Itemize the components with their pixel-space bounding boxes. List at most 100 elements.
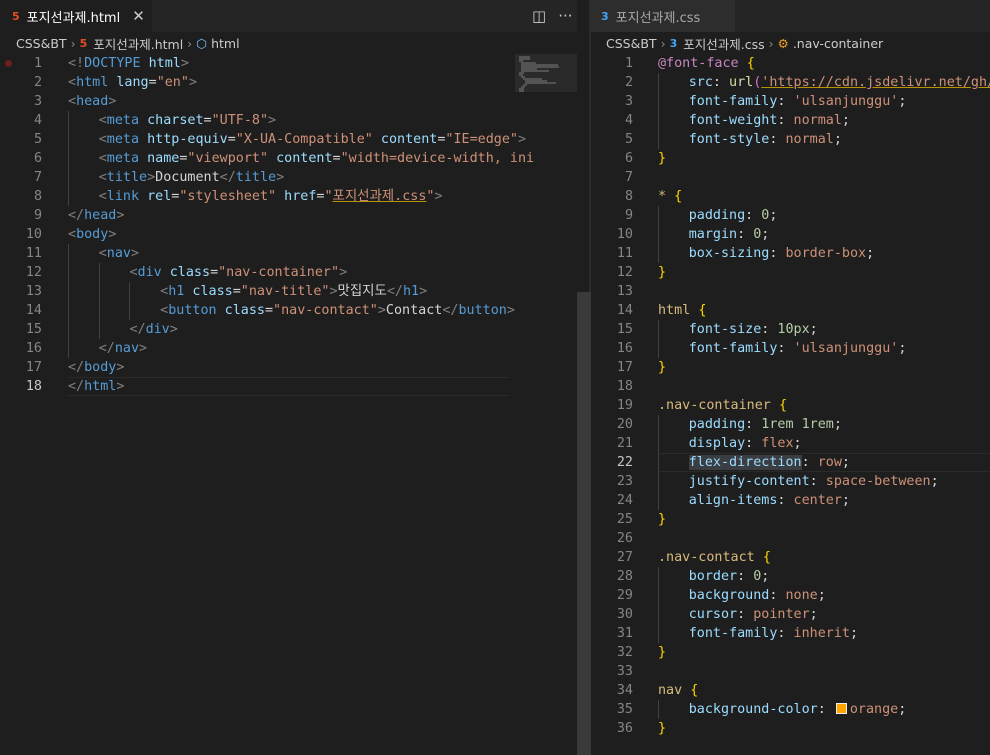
code-token: html: [76, 75, 109, 90]
indent-guide: [658, 206, 659, 225]
code-token: ;: [817, 588, 826, 603]
indent-guide: [658, 130, 659, 149]
code-token: >: [506, 303, 515, 318]
indent-guide: [68, 149, 69, 168]
line-number: 29: [616, 588, 633, 603]
scrollbar-thumb[interactable]: [577, 292, 591, 755]
line-number: 3: [33, 94, 42, 109]
code-line: 25}: [591, 510, 990, 529]
code-token: }: [658, 265, 667, 280]
line-number: 25: [616, 512, 633, 527]
code-text: border: 0;: [689, 567, 770, 586]
tab-css-file[interactable]: 3 포지선과제.css: [591, 0, 735, 32]
line-number: 34: [616, 683, 633, 698]
breadcrumb-file[interactable]: 포지선과제.html: [93, 34, 183, 53]
color-swatch[interactable]: [835, 702, 847, 714]
css3-icon: 3: [669, 36, 678, 50]
indent-guide: [658, 491, 659, 510]
indent-guide: [658, 92, 659, 111]
code-token: "nav-container": [218, 265, 340, 280]
chevron-right-icon: ›: [768, 35, 774, 51]
code-text: <button class="nav-contact">Contact</but…: [160, 301, 515, 320]
line-number: 16: [616, 341, 633, 356]
minimap-line: [521, 70, 549, 72]
code-line: 31 font-family: inherit;: [591, 624, 990, 643]
line-number: 22: [616, 455, 633, 470]
code-text: html {: [658, 301, 706, 320]
code-token: <: [68, 75, 77, 90]
more-actions-icon[interactable]: ···: [558, 7, 572, 25]
code-token: .nav-container: [658, 398, 771, 413]
code-line: 1 <!DOCTYPE html>: [0, 54, 577, 73]
code-token: nav: [658, 683, 683, 698]
indent-guide: [658, 700, 659, 719]
html-editor-pane[interactable]: 5 포지선과제.html ✕ ◫ ··· CSS&BT › 5 포지선과제.ht…: [0, 0, 577, 755]
breadcrumb-symbol[interactable]: .nav-container: [793, 36, 883, 51]
code-token: margin: [688, 227, 738, 242]
indent-guide: [68, 244, 69, 263]
code-text: </body>: [68, 358, 124, 377]
code-token: {: [674, 189, 683, 204]
breadcrumb-symbol[interactable]: html: [211, 36, 239, 51]
code-line: 23 justify-content: space-between;: [591, 472, 990, 491]
code-token: =: [210, 265, 219, 280]
indent-guide: [658, 434, 659, 453]
css-editor-pane[interactable]: 3 포지선과제.css CSS&BT › 3 포지선과제.css › ⚙ .na…: [591, 0, 990, 755]
code-line: 28 border: 0;: [591, 567, 990, 586]
code-token: nav: [114, 341, 140, 356]
code-token: 맛집지도: [337, 284, 387, 299]
line-number: 5: [33, 132, 42, 147]
code-token: h1: [402, 284, 420, 299]
line-number: 1: [33, 56, 42, 71]
minimap[interactable]: [515, 54, 577, 755]
indent-guide: [68, 168, 69, 187]
code-token: normal: [793, 113, 842, 128]
code-token: button: [168, 303, 217, 318]
code-token: normal: [785, 132, 834, 147]
code-token: 'https://cdn.jsdelivr.net/gh/p: [761, 75, 990, 90]
code-token: ;: [930, 474, 939, 489]
code-token: ;: [841, 493, 850, 508]
breadcrumb-folder[interactable]: CSS&BT: [16, 36, 67, 51]
tab-label: 포지선과제.html: [26, 10, 121, 26]
line-number: 23: [616, 474, 633, 489]
code-token: orange: [849, 702, 899, 717]
line-number: 5: [624, 132, 633, 147]
code-token: :: [777, 626, 794, 641]
code-line: 6}: [591, 149, 990, 168]
close-icon[interactable]: ✕: [132, 7, 145, 25]
code-area[interactable]: 1 <!DOCTYPE html> 2 <html lang="en"> 3 <head>…: [0, 54, 577, 396]
code-line: 4 <meta charset="UTF-8">: [0, 111, 577, 130]
code-token: :: [737, 607, 754, 622]
code-text: background-color: orange;: [689, 700, 907, 719]
code-token: }: [658, 721, 667, 736]
code-token: div: [137, 265, 162, 280]
line-number: 9: [33, 208, 42, 223]
code-text: }: [658, 358, 666, 377]
breadcrumb-file[interactable]: 포지선과제.css: [683, 34, 764, 53]
code-line: 14 <button class="nav-contact">Contact</b…: [0, 301, 577, 320]
vertical-scrollbar[interactable]: [577, 0, 591, 755]
code-text: </head>: [68, 206, 124, 225]
code-line: 17 </body>: [0, 358, 577, 377]
indent-guide: [68, 339, 69, 358]
line-number: 12: [616, 265, 633, 280]
code-token: center: [793, 493, 842, 508]
code-token: "nav-title": [240, 284, 330, 299]
code-text: padding: 1rem 1rem;: [689, 415, 842, 434]
split-editor-icon[interactable]: ◫: [532, 7, 546, 25]
code-token: @font-face: [658, 56, 739, 71]
code-token: <: [98, 246, 107, 261]
code-token: html: [658, 303, 691, 318]
breadcrumb-folder[interactable]: CSS&BT: [606, 36, 657, 51]
code-token: >: [276, 170, 285, 185]
code-text: <head>: [68, 92, 116, 111]
indent-guide: [68, 320, 69, 339]
tab-html-file[interactable]: 5 포지선과제.html ✕: [0, 0, 152, 32]
code-token: :: [777, 341, 794, 356]
code-area[interactable]: 1 @font-face {2 src: url('https://cdn.jsde…: [591, 54, 990, 738]
code-text: </nav>: [99, 339, 147, 358]
code-line: 14 html {: [591, 301, 990, 320]
